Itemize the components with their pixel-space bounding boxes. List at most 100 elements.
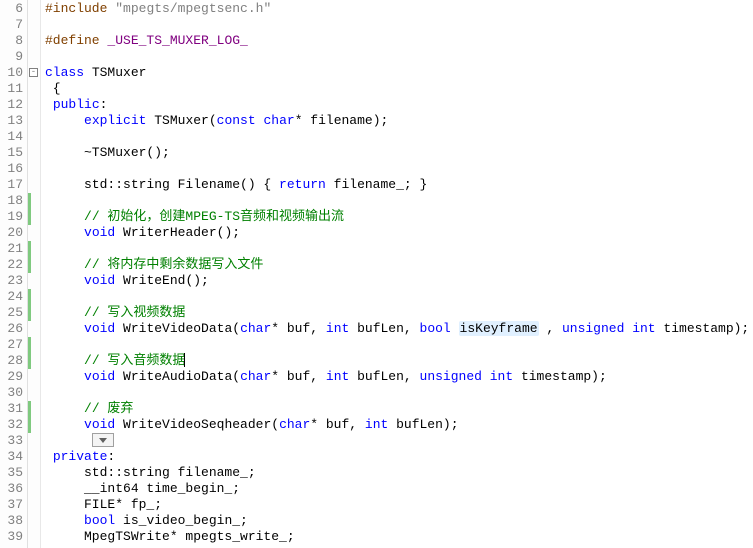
code-line[interactable]: // 写入音频数据 <box>45 353 753 369</box>
token-plain <box>45 417 84 432</box>
code-line[interactable]: #include "mpegts/mpegtsenc.h" <box>45 1 753 17</box>
expand-hint-icon[interactable] <box>92 433 114 447</box>
line-number: 28 <box>0 353 27 369</box>
line-number: 8 <box>0 33 27 49</box>
token-kw: unsigned <box>420 369 482 384</box>
code-line[interactable]: void WriteAudioData(char* buf, int bufLe… <box>45 369 753 385</box>
token-kw: int <box>632 321 655 336</box>
code-line[interactable]: void WriteVideoSeqheader(char* buf, int … <box>45 417 753 433</box>
marker-row <box>28 529 40 545</box>
line-number: 13 <box>0 113 27 129</box>
token-plain <box>482 369 490 384</box>
change-bar-icon <box>28 305 31 321</box>
code-line[interactable] <box>45 129 753 145</box>
line-number: 18 <box>0 193 27 209</box>
code-line[interactable]: void WriteEnd(); <box>45 273 753 289</box>
token-plain <box>45 209 84 224</box>
token-plain <box>45 369 84 384</box>
code-line[interactable]: ~TSMuxer(); <box>45 145 753 161</box>
code-line[interactable] <box>45 385 753 401</box>
token-pp: #include <box>45 1 107 16</box>
line-number: 27 <box>0 337 27 353</box>
line-number: 29 <box>0 369 27 385</box>
code-line[interactable] <box>45 17 753 33</box>
token-kw: bool <box>420 321 451 336</box>
change-bar-icon <box>28 193 31 209</box>
token-str: "mpegts/mpegtsenc.h" <box>115 1 271 16</box>
token-kw: explicit <box>84 113 146 128</box>
token-plain <box>45 433 92 448</box>
token-kw: unsigned <box>562 321 624 336</box>
change-bar-icon <box>28 417 31 433</box>
marker-row <box>28 145 40 161</box>
code-line[interactable] <box>45 193 753 209</box>
code-line[interactable]: // 将内存中剩余数据写入文件 <box>45 257 753 273</box>
line-number-gutter: 6789101112131415161718192021222324252627… <box>0 0 28 548</box>
line-number: 26 <box>0 321 27 337</box>
code-area[interactable]: #include "mpegts/mpegtsenc.h" #define _US… <box>41 0 753 548</box>
code-line[interactable] <box>45 241 753 257</box>
code-line[interactable]: // 初始化，创建MPEG-TS音频和视频输出流 <box>45 209 753 225</box>
code-line[interactable]: MpegTSWrite* mpegts_write_; <box>45 529 753 545</box>
line-number: 6 <box>0 1 27 17</box>
code-editor[interactable]: 6789101112131415161718192021222324252627… <box>0 0 753 548</box>
token-plain <box>45 257 84 272</box>
token-kw: char <box>240 369 271 384</box>
marker-row <box>28 49 40 65</box>
code-line[interactable]: FILE* fp_; <box>45 497 753 513</box>
token-plain: bufLen, <box>349 321 419 336</box>
code-line[interactable]: private: <box>45 449 753 465</box>
marker-row <box>28 497 40 513</box>
token-kw: void <box>84 321 115 336</box>
change-bar-icon <box>28 289 31 305</box>
token-mac: _USE_TS_MUXER_LOG_ <box>107 33 247 48</box>
token-plain <box>45 321 84 336</box>
code-line[interactable]: __int64 time_begin_; <box>45 481 753 497</box>
token-kw: int <box>365 417 388 432</box>
line-number: 39 <box>0 529 27 545</box>
fold-toggle-icon[interactable]: - <box>29 68 38 77</box>
line-number: 32 <box>0 417 27 433</box>
token-kw: class <box>45 65 84 80</box>
code-line[interactable] <box>45 337 753 353</box>
token-plain: : <box>100 97 108 112</box>
line-number: 20 <box>0 225 27 241</box>
token-plain: MpegTSWrite* mpegts_write_; <box>45 529 295 544</box>
marker-row <box>28 465 40 481</box>
token-plain: * filename); <box>295 113 389 128</box>
change-bar-icon <box>28 337 31 353</box>
code-line[interactable]: { <box>45 81 753 97</box>
token-plain: FILE* fp_; <box>45 497 162 512</box>
token-plain <box>45 113 84 128</box>
token-plain: bufLen); <box>388 417 458 432</box>
code-line[interactable] <box>45 161 753 177</box>
code-line[interactable] <box>45 289 753 305</box>
code-line[interactable]: public: <box>45 97 753 113</box>
text-cursor-icon <box>184 353 185 367</box>
token-kw: int <box>490 369 513 384</box>
code-line[interactable]: bool is_video_begin_; <box>45 513 753 529</box>
marker-row <box>28 481 40 497</box>
code-line[interactable]: std::string filename_; <box>45 465 753 481</box>
code-line[interactable]: // 废弃 <box>45 401 753 417</box>
code-line[interactable] <box>45 49 753 65</box>
code-line[interactable]: // 写入视频数据 <box>45 305 753 321</box>
token-plain <box>451 321 459 336</box>
marker-row <box>28 1 40 17</box>
token-plain <box>45 513 84 528</box>
code-line[interactable]: void WriterHeader(); <box>45 225 753 241</box>
code-line[interactable]: explicit TSMuxer(const char* filename); <box>45 113 753 129</box>
token-kw: char <box>263 113 294 128</box>
token-plain <box>45 401 84 416</box>
code-line[interactable]: std::string Filename() { return filename… <box>45 177 753 193</box>
line-number: 38 <box>0 513 27 529</box>
token-plain: WriteVideoSeqheader( <box>115 417 279 432</box>
line-number: 15 <box>0 145 27 161</box>
code-line[interactable]: class TSMuxer <box>45 65 753 81</box>
code-line[interactable]: void WriteVideoData(char* buf, int bufLe… <box>45 321 753 337</box>
token-plain: is_video_begin_; <box>115 513 248 528</box>
token-kw: void <box>84 225 115 240</box>
token-kw: void <box>84 273 115 288</box>
code-line[interactable] <box>45 433 753 449</box>
code-line[interactable]: #define _USE_TS_MUXER_LOG_ <box>45 33 753 49</box>
